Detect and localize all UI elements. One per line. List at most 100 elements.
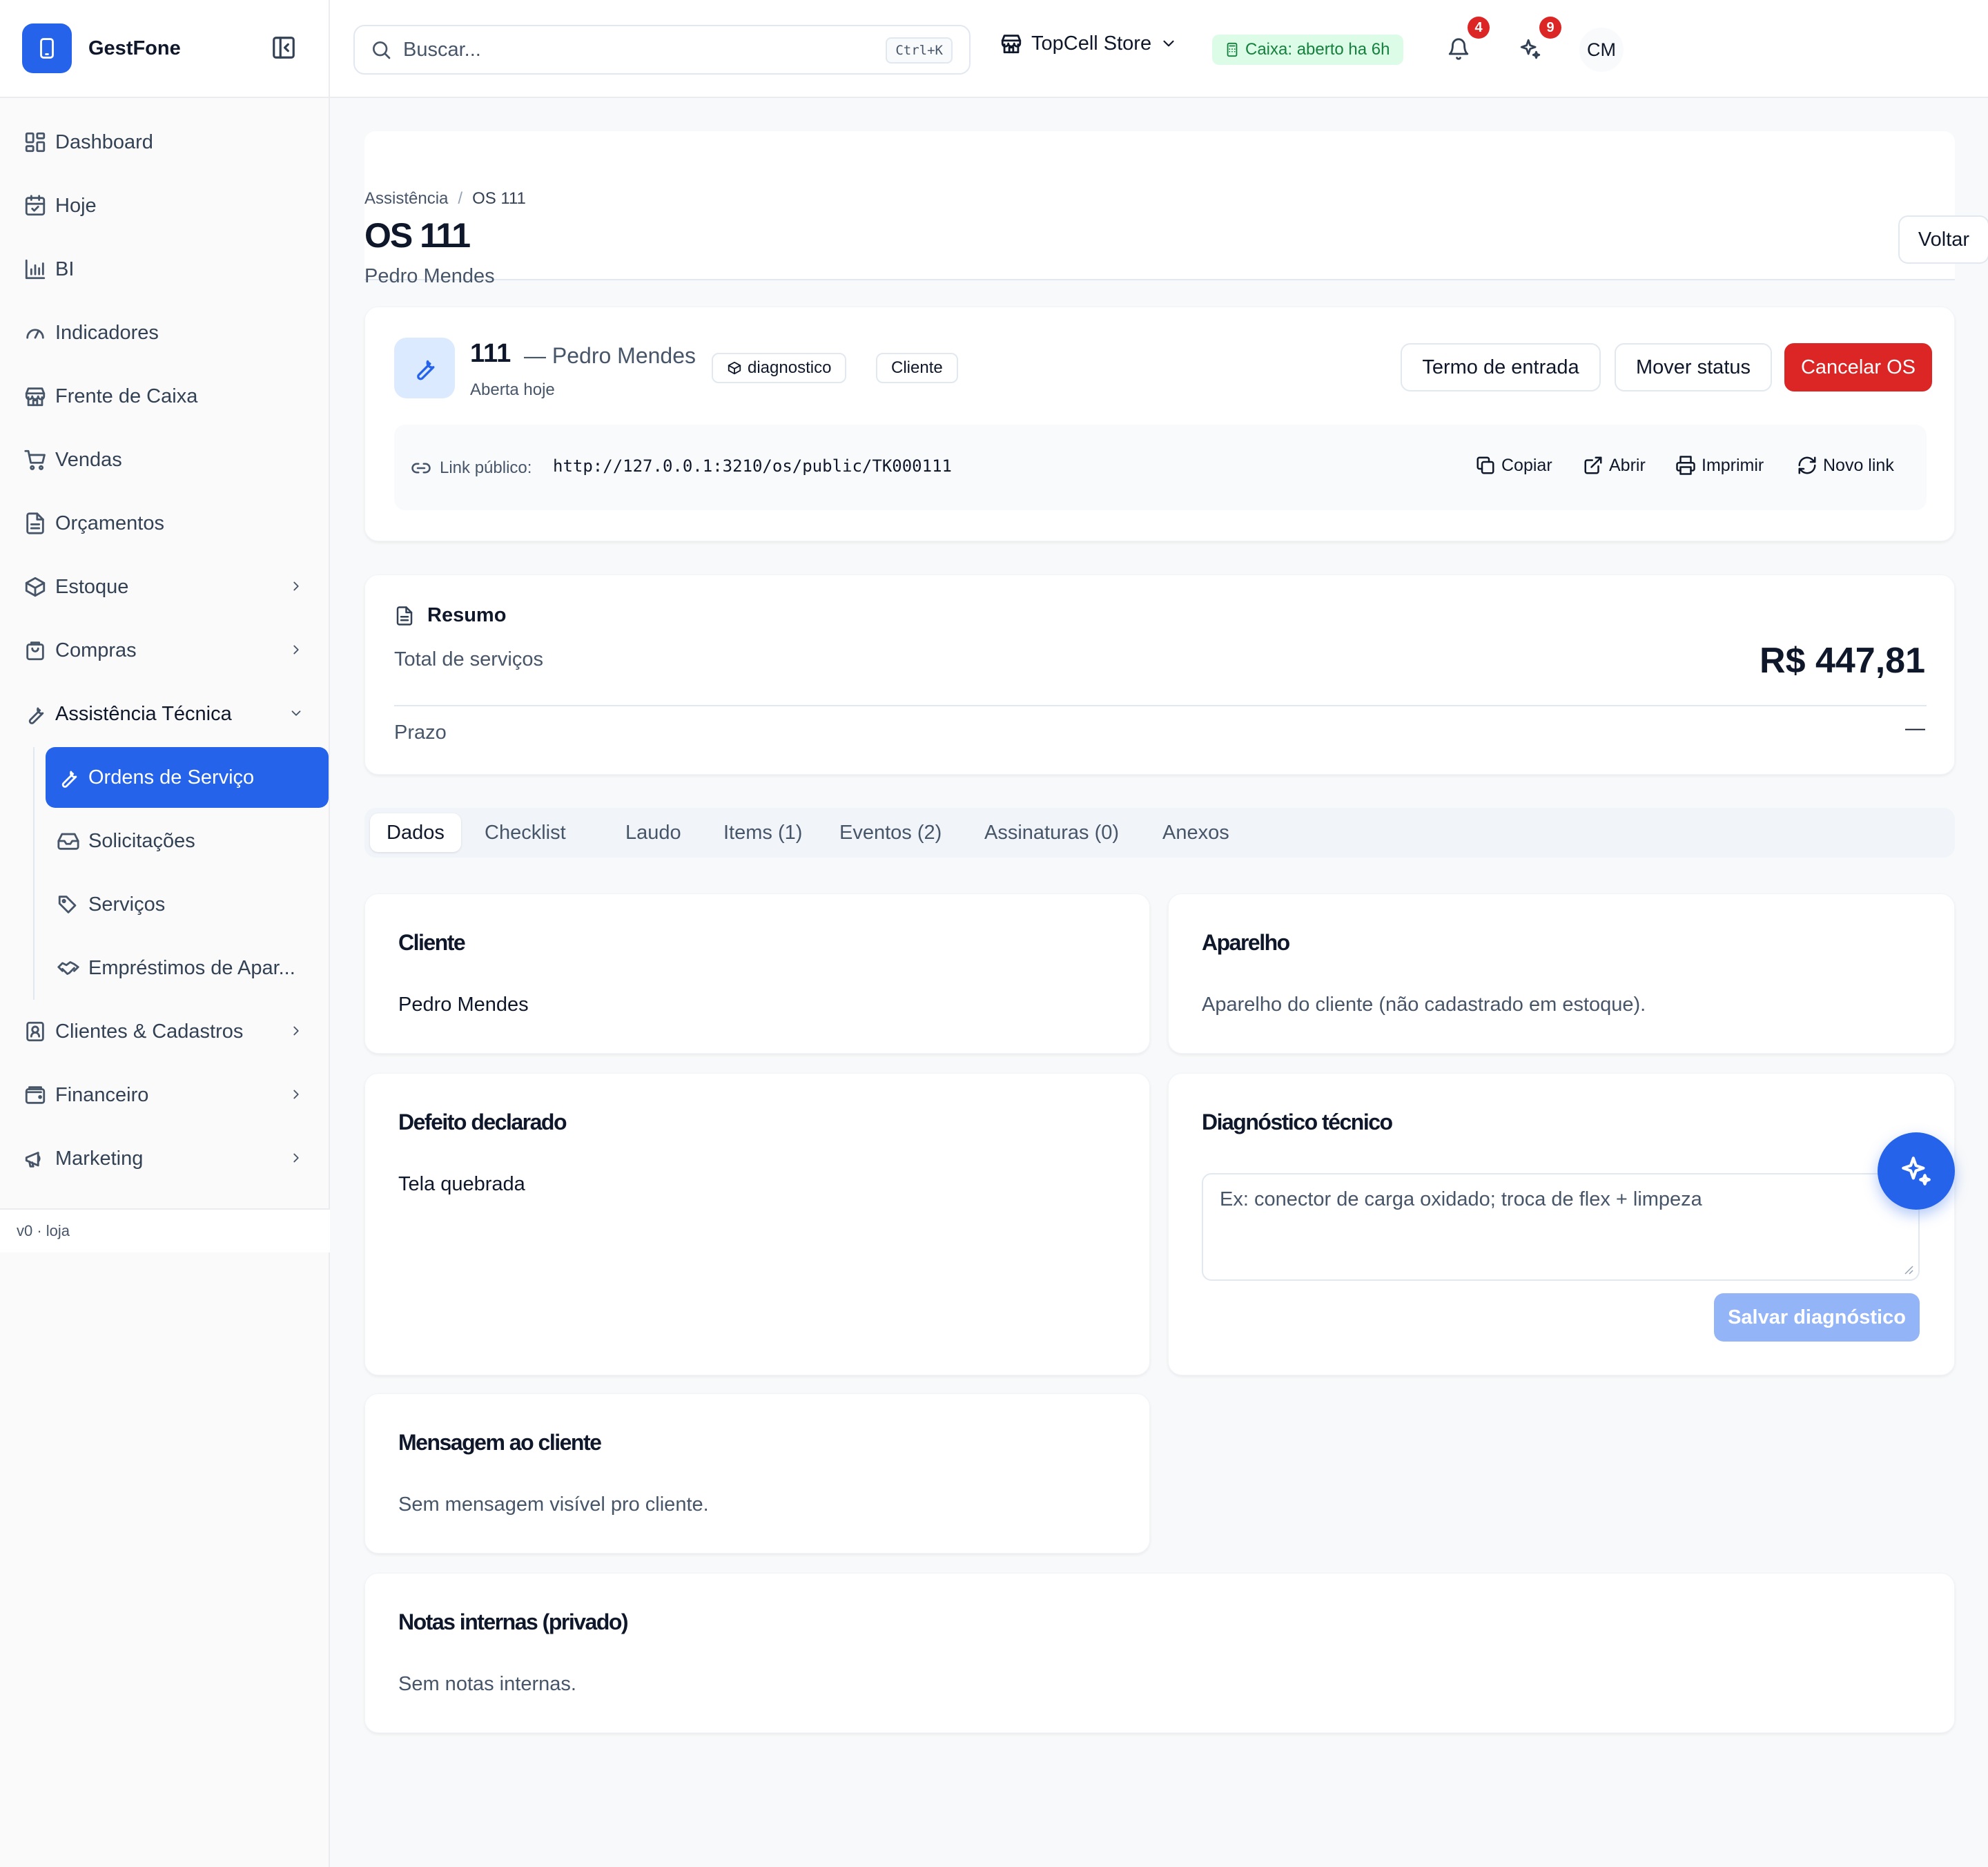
contact-icon	[26, 1021, 44, 1042]
calendar-icon	[25, 195, 46, 216]
calculator-icon	[1227, 42, 1238, 57]
sidebar-item-label: Serviços	[88, 893, 166, 916]
tab-checklist[interactable]: Checklist	[468, 813, 583, 852]
sidebar-submenu-assistencia: Ordens de Serviço Solicitações Serviços …	[33, 747, 329, 1000]
summary-card: Resumo Total de serviços R$ 447,81 Prazo…	[364, 574, 1955, 775]
mover-status-button[interactable]: Mover status	[1615, 343, 1772, 391]
sidebar-item-financeiro[interactable]: Financeiro	[0, 1063, 329, 1127]
ai-count-badge: 9	[1539, 17, 1561, 39]
tab-assinaturas[interactable]: Assinaturas (0)	[968, 813, 1136, 852]
device-description: Aparelho do cliente (não cadastrado em e…	[1202, 994, 1646, 1016]
sidebar-item-label: Dashboard	[55, 130, 153, 153]
copy-link-button[interactable]: Copiar	[1475, 455, 1552, 476]
topbar: Buscar... Ctrl+K TopCell Store Caixa: ab…	[330, 0, 1988, 98]
sidebar-item-label: Vendas	[55, 448, 122, 471]
caixa-status-badge[interactable]: Caixa: aberto ha 6h	[1212, 35, 1404, 65]
client-name: Pedro Mendes	[398, 994, 529, 1016]
client-card: Cliente Pedro Mendes	[364, 893, 1150, 1054]
notifications-button[interactable]	[1447, 37, 1470, 61]
ai-assistant-button[interactable]	[1519, 37, 1542, 61]
megaphone-icon	[25, 1152, 41, 1168]
open-link-button[interactable]: Abrir	[1583, 455, 1646, 476]
ai-assistant-fab[interactable]	[1878, 1132, 1955, 1210]
page-header: Assistência / OS 111 OS 111 Pedro Mendes…	[364, 131, 1988, 287]
copy-link-label: Copiar	[1501, 455, 1552, 475]
tab-anexos[interactable]: Anexos	[1146, 813, 1246, 852]
tab-dados[interactable]: Dados	[370, 813, 461, 852]
diagnosis-textarea[interactable]: Ex: conector de carga oxidado; troca de …	[1202, 1173, 1920, 1281]
total-services-value: R$ 447,81	[1760, 641, 1925, 681]
resize-handle-icon[interactable]	[1903, 1264, 1914, 1275]
package-icon	[728, 361, 741, 375]
sidebar-item-vendas[interactable]: Vendas	[0, 428, 329, 492]
card-title: Notas internas (privado)	[398, 1609, 629, 1634]
print-button[interactable]: Imprimir	[1675, 455, 1764, 476]
avatar[interactable]: CM	[1579, 28, 1624, 72]
printer-icon	[1676, 456, 1695, 475]
technical-diagnosis-card: Diagnóstico técnico Ex: conector de carg…	[1168, 1073, 1955, 1375]
sidebar-item-frente-de-caixa[interactable]: Frente de Caixa	[0, 365, 329, 428]
public-link-bar: Link público: http://127.0.0.1:3210/os/p…	[394, 425, 1927, 510]
tab-items[interactable]: Items (1)	[707, 813, 819, 852]
document-icon	[396, 606, 413, 626]
sidebar-item-label: Estoque	[55, 575, 129, 598]
sidebar-item-assistencia-tecnica[interactable]: Assistência Técnica	[0, 682, 329, 746]
tab-eventos[interactable]: Eventos (2)	[823, 813, 958, 852]
new-link-button[interactable]: Novo link	[1797, 455, 1894, 476]
back-button[interactable]: Voltar	[1898, 215, 1988, 264]
sidebar-item-servicos[interactable]: Serviços	[46, 873, 329, 936]
sidebar-nav: Dashboard Hoje BI Indicadores Frente de …	[0, 98, 329, 1190]
diagnosis-placeholder: Ex: conector de carga oxidado; troca de …	[1220, 1188, 1702, 1210]
sidebar-item-clientes[interactable]: Clientes & Cadastros	[0, 1000, 329, 1063]
total-services-label: Total de serviços	[394, 648, 543, 670]
wallet-icon	[25, 1086, 46, 1104]
chevron-right-icon	[293, 1153, 299, 1163]
chevron-right-icon	[293, 1090, 299, 1099]
sidebar-item-indicadores[interactable]: Indicadores	[0, 301, 329, 365]
search-placeholder: Buscar...	[403, 38, 481, 61]
sidebar: GestFone Dashboard Hoje BI Indicadores F…	[0, 0, 330, 1867]
print-label: Imprimir	[1702, 455, 1764, 475]
sidebar-item-compras[interactable]: Compras	[0, 619, 329, 682]
public-link-label: Link público:	[411, 458, 532, 478]
sidebar-item-solicitacoes[interactable]: Solicitações	[46, 809, 329, 873]
tab-laudo[interactable]: Laudo	[609, 813, 698, 852]
shopping-bag-icon	[26, 641, 44, 661]
store-selector[interactable]: TopCell Store	[1000, 32, 1178, 55]
chevron-down-icon	[1163, 40, 1174, 47]
link-icon	[411, 463, 431, 474]
breadcrumb: Assistência / OS 111	[364, 189, 526, 209]
sidebar-item-hoje[interactable]: Hoje	[0, 174, 329, 238]
app-version: v0 · loja	[0, 1208, 330, 1252]
sidebar-item-orcamentos[interactable]: Orçamentos	[0, 492, 329, 555]
store-name: TopCell Store	[1031, 32, 1152, 55]
public-link-url[interactable]: http://127.0.0.1:3210/os/public/TK000111	[553, 456, 952, 476]
deadline-label: Prazo	[394, 722, 447, 744]
new-link-label: Novo link	[1823, 455, 1894, 475]
external-link-icon	[1584, 456, 1602, 474]
termo-entrada-button[interactable]: Termo de entrada	[1401, 343, 1601, 391]
sidebar-item-dashboard[interactable]: Dashboard	[0, 110, 329, 174]
deadline-value: —	[1905, 717, 1925, 739]
sidebar-item-emprestimos[interactable]: Empréstimos de Apar...	[46, 936, 329, 1000]
sidebar-item-marketing[interactable]: Marketing	[0, 1127, 329, 1190]
chevron-right-icon	[293, 581, 299, 591]
bell-icon	[1448, 38, 1469, 60]
sidebar-item-label: Compras	[55, 639, 137, 661]
gauge-icon	[26, 329, 44, 339]
sparkles-icon	[1902, 1157, 1931, 1186]
breadcrumb-link-assistencia[interactable]: Assistência	[364, 189, 448, 209]
summary-title-text: Resumo	[427, 604, 507, 626]
document-icon	[26, 512, 44, 534]
search-input[interactable]: Buscar... Ctrl+K	[353, 25, 971, 75]
save-diagnosis-button[interactable]: Salvar diagnóstico	[1714, 1293, 1920, 1342]
card-title: Aparelho	[1202, 930, 1290, 955]
cancelar-os-button[interactable]: Cancelar OS	[1784, 343, 1932, 391]
sidebar-item-label: Financeiro	[55, 1083, 149, 1106]
sidebar-collapse-icon[interactable]	[271, 35, 297, 61]
sidebar-item-estoque[interactable]: Estoque	[0, 555, 329, 619]
sidebar-item-ordens-de-servico[interactable]: Ordens de Serviço	[46, 747, 329, 808]
client-message-card: Mensagem ao cliente Sem mensagem visível…	[364, 1393, 1150, 1554]
wrench-icon	[394, 338, 455, 398]
sidebar-item-bi[interactable]: BI	[0, 238, 329, 301]
